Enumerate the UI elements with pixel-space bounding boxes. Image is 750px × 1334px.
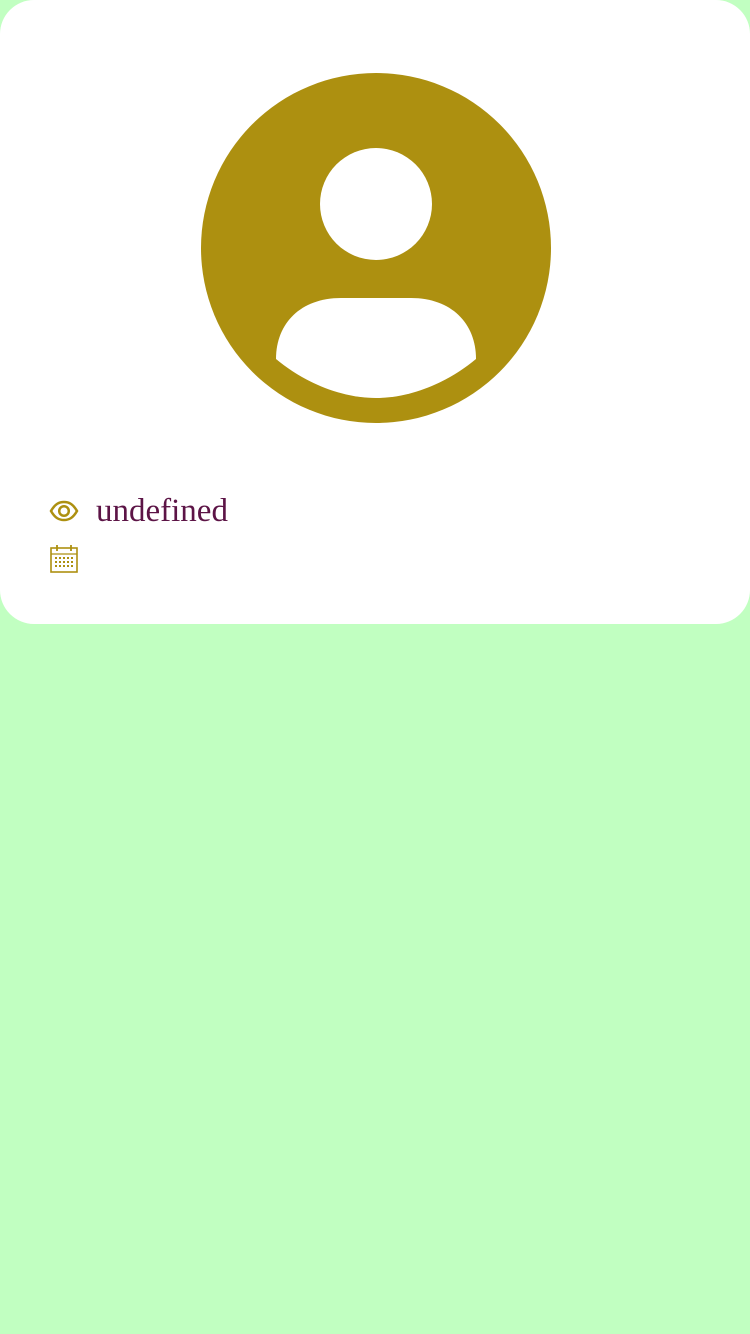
user-avatar-icon[interactable] [201,73,551,423]
calendar-icon [48,543,80,575]
date-row [48,542,96,576]
profile-card: undefined [0,0,750,624]
views-value: undefined [96,493,228,529]
eye-icon [48,495,80,527]
views-row: undefined [48,488,228,534]
